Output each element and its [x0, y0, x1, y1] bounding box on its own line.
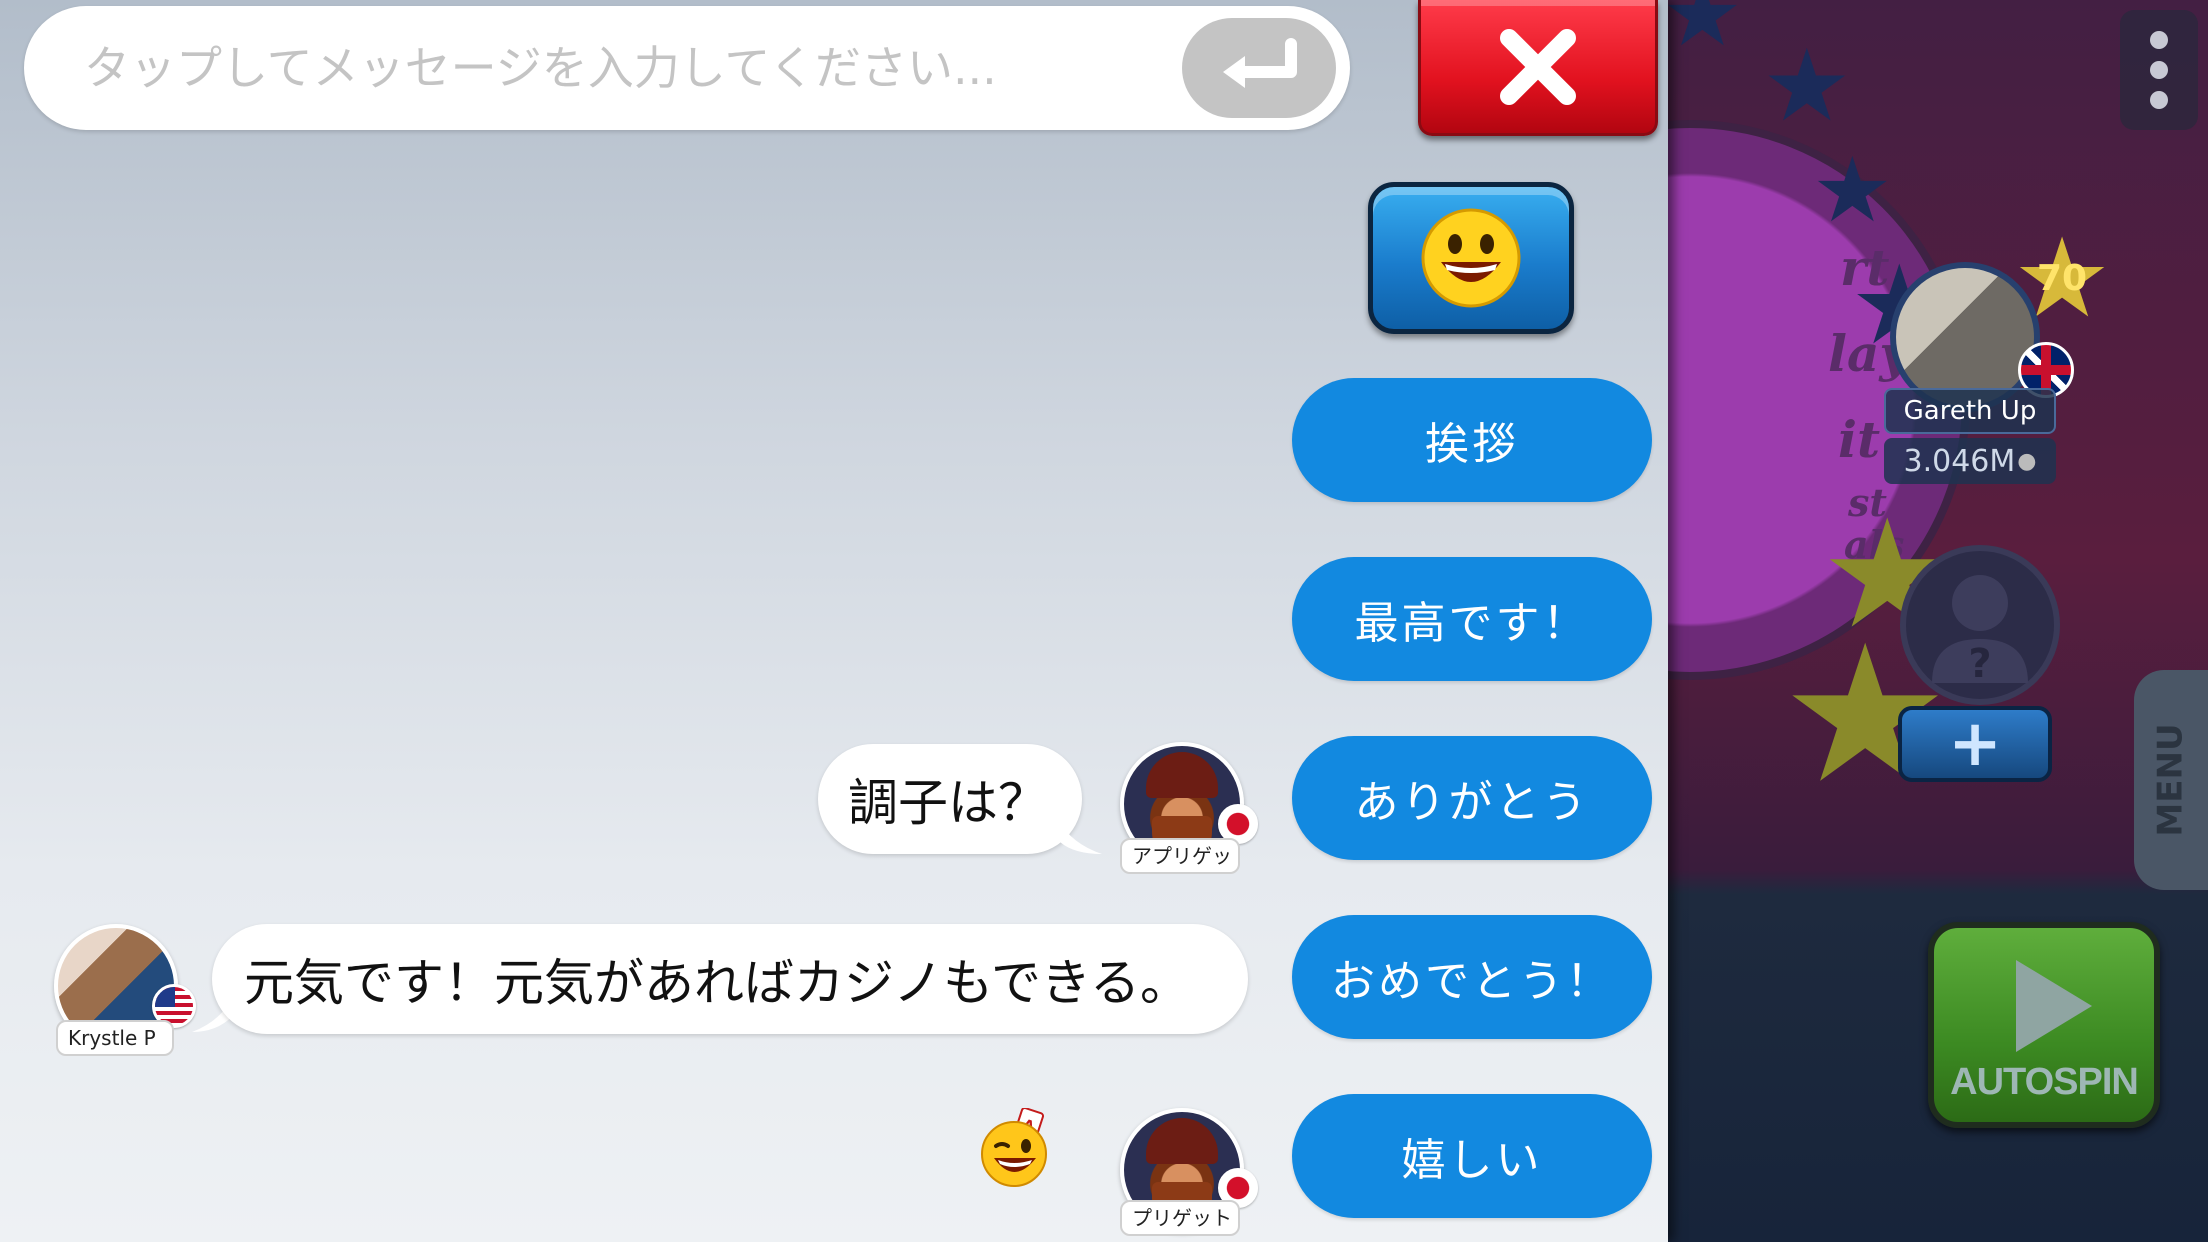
message-input-container [24, 6, 1350, 130]
winking-face-with-ace-card-icon: A [981, 1108, 1047, 1187]
svg-text:?: ? [1968, 641, 1991, 687]
close-button[interactable] [1418, 0, 1658, 136]
unknown-player-icon: ? [1932, 575, 2028, 687]
dot-icon [2150, 61, 2168, 79]
sender-name: Krystle P [68, 1026, 156, 1050]
star-icon: ★ [1762, 27, 1852, 144]
dot-icon [2150, 31, 2168, 49]
player-name: Gareth Up [1884, 388, 2056, 434]
bubble-tail [1058, 820, 1102, 854]
player-level-badge: 70 [2013, 223, 2112, 333]
sender-name: プリゲット [1132, 1206, 1232, 1230]
side-menu-tab[interactable]: MENU [2134, 670, 2208, 890]
play-icon [2016, 960, 2092, 1052]
star-icon: ★ [1812, 138, 1893, 243]
chat-message-text: 元気です！元気があればカジノもできる。 [244, 954, 1190, 1012]
sender-name-tag: プリゲット [1120, 1200, 1240, 1236]
chat-panel: 挨拶 最高です！ ありがとう おめでとう！ 嬉しい 調子は？ アプリゲッ Kry… [0, 0, 1668, 1242]
coin-icon: ● [2017, 448, 2037, 474]
star-icon: ★ [1662, 0, 1743, 67]
grinning-face-icon [1421, 208, 1521, 308]
quick-reply-greeting[interactable]: 挨拶 [1292, 378, 1652, 502]
x-icon [1500, 28, 1576, 105]
sender-name: アプリゲッ [1132, 844, 1232, 868]
return-arrow-icon [1223, 38, 1297, 88]
add-player-button[interactable]: + [1898, 706, 2052, 782]
player-balance-value: 3.046M [1903, 443, 2016, 479]
chat-message-text: 調子は？ [848, 774, 1048, 832]
sender-name-tag: Krystle P [56, 1020, 174, 1056]
quick-reply-thanks[interactable]: ありがとう [1292, 736, 1652, 860]
empty-seat-placeholder: ? [1900, 545, 2060, 705]
plus-icon: + [1948, 707, 2002, 781]
message-input[interactable] [84, 6, 1174, 130]
quick-reply-awesome[interactable]: 最高です！ [1292, 557, 1652, 681]
send-button[interactable] [1182, 18, 1336, 118]
sender-name-tag: アプリゲッ [1120, 838, 1240, 874]
side-menu-label: MENU [2151, 723, 2191, 837]
quick-reply-happy[interactable]: 嬉しい [1292, 1094, 1652, 1218]
autospin-button[interactable]: AUTOSPIN [1928, 922, 2160, 1128]
wheel-label: it [1838, 410, 1881, 469]
quick-reply-congrats[interactable]: おめでとう！ [1292, 915, 1652, 1039]
player-balance: 3.046M ● [1884, 438, 2056, 484]
emoji-toggle-button[interactable] [1368, 182, 1574, 334]
chat-bubble: 調子は？ [818, 744, 1082, 854]
more-options-button[interactable] [2120, 10, 2198, 130]
dot-icon [2150, 91, 2168, 109]
player-card[interactable]: 70 Gareth Up 3.046M ● [1884, 223, 2111, 484]
autospin-label: AUTOSPIN [1950, 1061, 2139, 1103]
chat-bubble: 元気です！元気があればカジノもできる。 [212, 924, 1248, 1034]
